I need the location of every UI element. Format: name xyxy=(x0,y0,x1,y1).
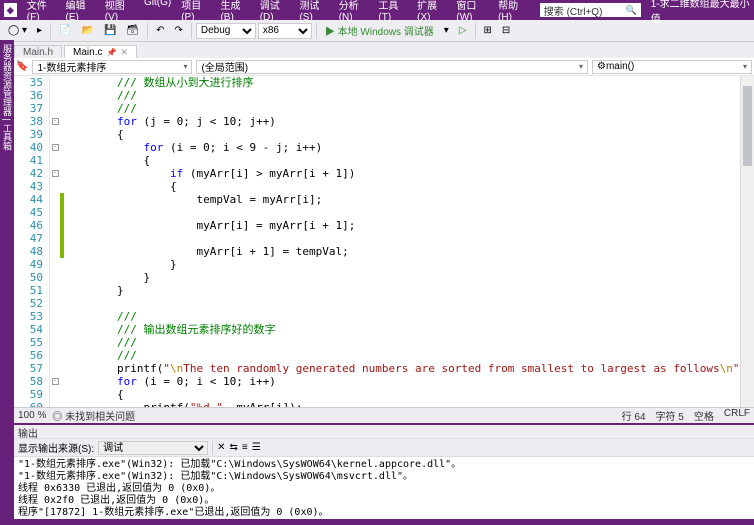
main-toolbar: ◯ ▾ ▸ 📄 📂 💾 🗃 ↶ ↷ Debug x86 ▶ 本地 Windows… xyxy=(0,20,754,42)
new-button[interactable]: 📄 xyxy=(55,23,75,38)
menu-item[interactable]: 项目(P) xyxy=(177,0,214,25)
config-dropdown[interactable]: Debug xyxy=(196,23,256,39)
save-all-button[interactable]: 🗃 xyxy=(122,23,143,38)
project-combo[interactable]: 1-数组元素排序▾ xyxy=(32,60,192,74)
output-toggle-icon[interactable]: ⇆ xyxy=(230,442,238,453)
redo-button[interactable]: ↷ xyxy=(170,23,186,38)
output-body[interactable]: "1-数组元素排序.exe"(Win32): 已加载"C:\Windows\Sy… xyxy=(14,457,754,519)
debug-dropdown-icon[interactable]: ▾ xyxy=(440,23,453,38)
scope-icon: 🔖 xyxy=(16,61,28,72)
menu-item[interactable]: Git(G) xyxy=(140,0,175,25)
vs-logo-icon: ◆ xyxy=(4,3,17,17)
nav-back-button[interactable]: ◯ ▾ xyxy=(4,23,31,38)
close-icon[interactable]: ✕ xyxy=(120,47,128,57)
nav-bar: 🔖 1-数组元素排序▾ (全局范围)▾ ⚙ main()▾ xyxy=(14,58,754,76)
outline-marks: ---- xyxy=(50,76,60,407)
member-combo[interactable]: ⚙ main()▾ xyxy=(592,60,752,74)
nav-fwd-button[interactable]: ▸ xyxy=(33,23,46,38)
menu-item[interactable]: 帮助(H) xyxy=(494,0,532,25)
menu-item[interactable]: 编辑(E) xyxy=(62,0,99,25)
scroll-thumb[interactable] xyxy=(743,86,752,166)
editor-status: 100 % ◎ 未找到相关问题 行 64 字符 5 空格 CRLF xyxy=(14,407,754,423)
menu-item[interactable]: 窗口(W) xyxy=(452,0,492,25)
start-debug-button[interactable]: ▶ 本地 Windows 调试器 xyxy=(321,21,438,40)
platform-dropdown[interactable]: x86 xyxy=(258,23,312,39)
caret-col: 字符 5 xyxy=(656,408,684,423)
output-source-label: 显示输出来源(S): xyxy=(18,440,94,455)
issues-indicator[interactable]: ◎ 未找到相关问题 xyxy=(52,408,135,423)
search-placeholder: 搜索 (Ctrl+Q) xyxy=(544,3,603,18)
document-tab[interactable]: Main.h xyxy=(14,45,62,59)
menu-item[interactable]: 生成(B) xyxy=(216,0,253,25)
left-tool-strip[interactable]: 服务器资源管理器 | 工具箱 xyxy=(0,40,14,525)
scope-combo[interactable]: (全局范围)▾ xyxy=(196,60,588,74)
search-box[interactable]: 搜索 (Ctrl+Q) 🔍 xyxy=(540,3,641,17)
output-toolbar: 显示输出来源(S): 调试 ✕ ⇆ ≡ ☰ xyxy=(14,439,754,457)
output-panel: 输出 显示输出来源(S): 调试 ✕ ⇆ ≡ ☰ "1-数组元素排序.exe"(… xyxy=(14,423,754,519)
toolbar-extra-2[interactable]: ⊟ xyxy=(498,23,514,38)
line-gutter: 3536373839404142434445464748495051525354… xyxy=(14,76,50,407)
code-view[interactable]: /// 数组从小到大进行排序 /// /// for (j = 0; j < 1… xyxy=(64,76,740,407)
output-title: 输出 xyxy=(14,425,754,439)
menu-item[interactable]: 调试(D) xyxy=(256,0,294,25)
save-button[interactable]: 💾 xyxy=(100,23,120,38)
editor-area: 3536373839404142434445464748495051525354… xyxy=(14,76,754,407)
title-bar: ◆ 文件(F)编辑(E)视图(V)Git(G)项目(P)生成(B)调试(D)测试… xyxy=(0,0,754,20)
output-source-dropdown[interactable]: 调试 xyxy=(98,441,208,455)
main-menu: 文件(F)编辑(E)视图(V)Git(G)项目(P)生成(B)调试(D)测试(S… xyxy=(23,0,532,25)
menu-item[interactable]: 视图(V) xyxy=(101,0,138,25)
undo-button[interactable]: ↶ xyxy=(152,23,168,38)
line-ending[interactable]: CRLF xyxy=(724,408,750,423)
output-clear-icon[interactable]: ✕ xyxy=(217,442,225,453)
zoom-level[interactable]: 100 % xyxy=(18,410,46,421)
menu-item[interactable]: 文件(F) xyxy=(23,0,60,25)
search-icon: 🔍 xyxy=(626,5,637,16)
start-nodebug-button[interactable]: ▷ xyxy=(455,23,471,38)
pin-icon[interactable]: 📌 xyxy=(106,48,116,57)
toolbar-extra-1[interactable]: ⊞ xyxy=(480,23,496,38)
document-tab[interactable]: Main.c📌✕ xyxy=(64,45,137,59)
output-list-icon[interactable]: ☰ xyxy=(252,442,261,453)
open-button[interactable]: 📂 xyxy=(77,23,97,38)
vertical-scrollbar[interactable] xyxy=(740,76,754,407)
bottom-status-bar xyxy=(0,519,754,525)
indent-mode[interactable]: 空格 xyxy=(694,408,714,423)
solution-name: 1-求二维数组最大最小值 xyxy=(651,0,750,25)
output-wrap-icon[interactable]: ≡ xyxy=(242,442,248,453)
caret-line: 行 64 xyxy=(622,408,646,423)
code-nav-bar: 🔖 1-数组元素排序▾ (全局范围)▾ ⚙ main()▾ xyxy=(14,58,754,76)
